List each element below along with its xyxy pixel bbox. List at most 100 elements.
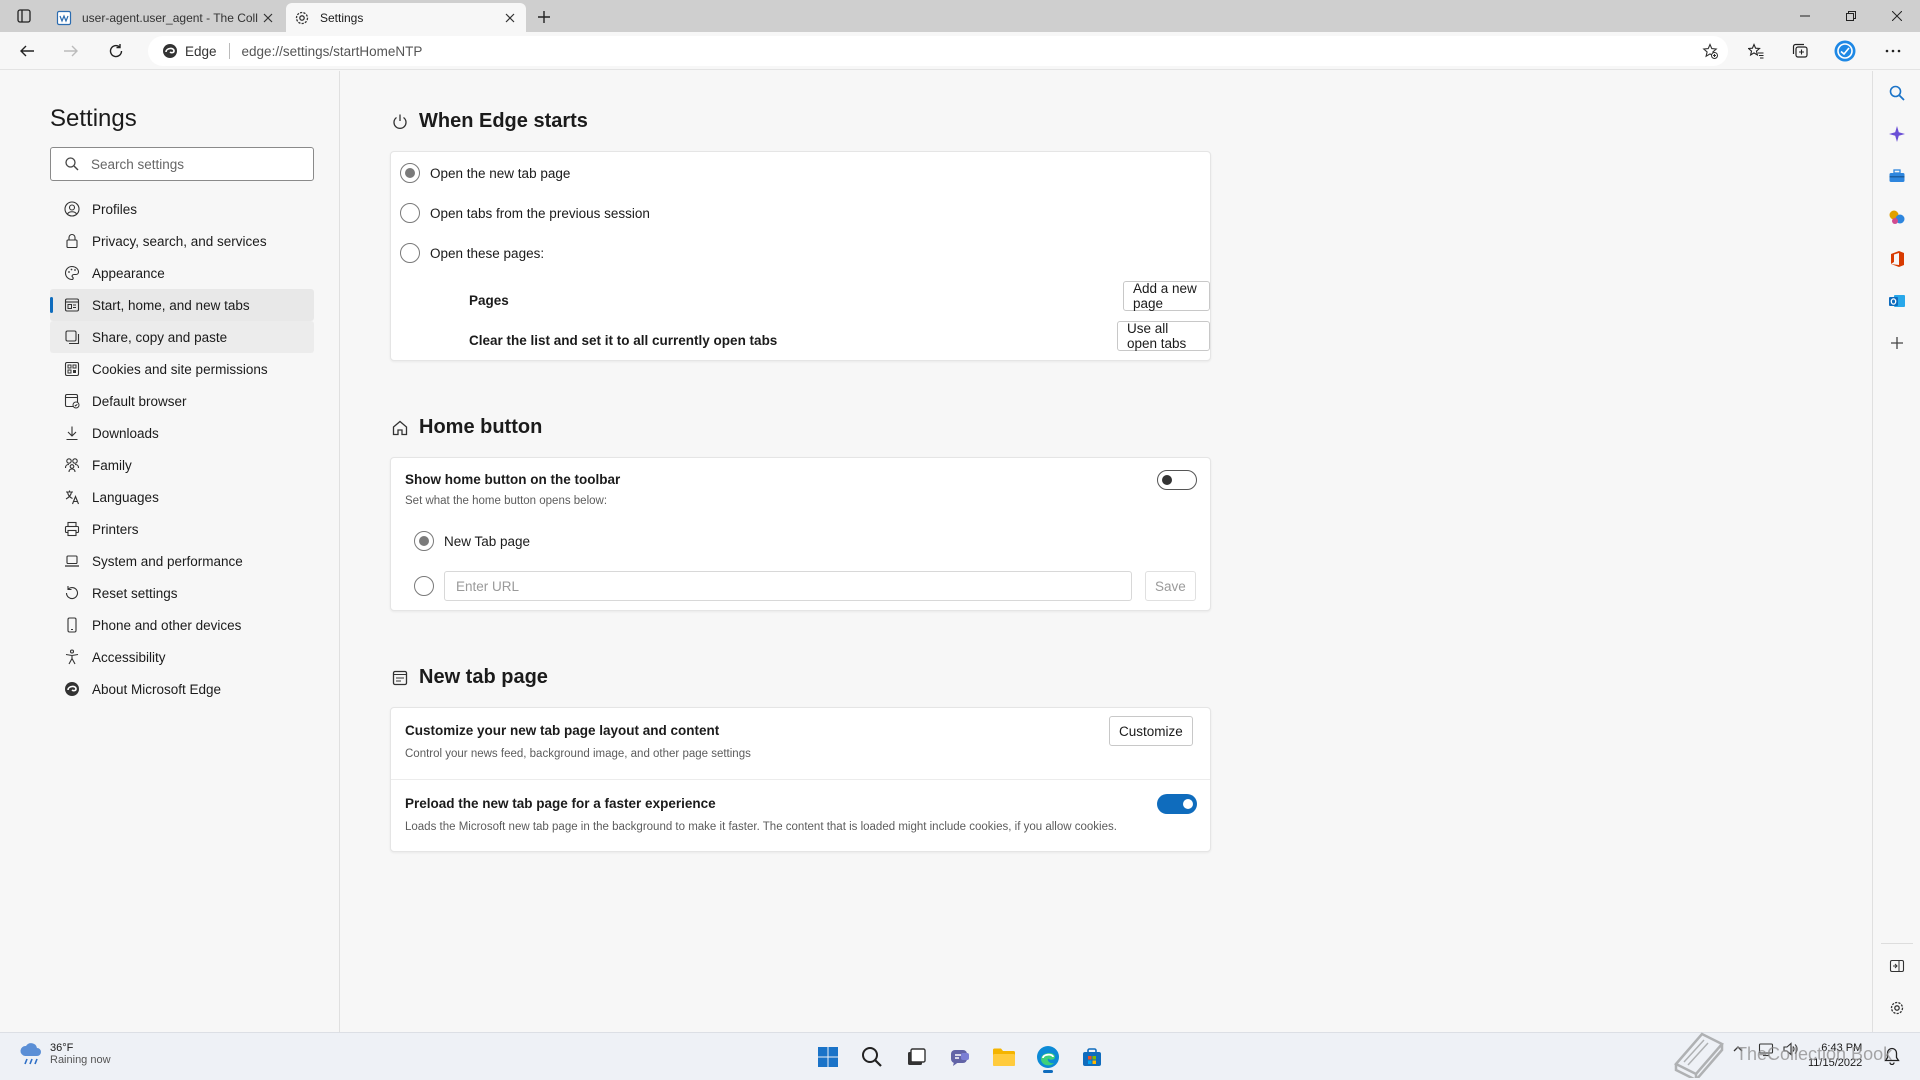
search-settings-box[interactable]	[50, 147, 314, 181]
taskbar-search-button[interactable]	[856, 1041, 888, 1073]
store-button[interactable]	[1076, 1041, 1108, 1073]
sidebar-settings-button[interactable]	[1885, 996, 1909, 1020]
nav-item-label: Phone and other devices	[92, 617, 242, 633]
address-bar[interactable]: Edge edge://settings/startHomeNTP	[148, 36, 1728, 66]
nav-item-phone[interactable]: Phone and other devices	[50, 609, 314, 641]
power-icon	[393, 114, 407, 129]
nav-item-privacy[interactable]: Privacy, search, and services	[50, 225, 314, 257]
profile-button[interactable]	[1830, 36, 1860, 66]
nav-item-label: Printers	[92, 521, 139, 537]
window-icon	[64, 297, 80, 313]
nav-item-system[interactable]: System and performance	[50, 545, 314, 577]
nav-item-profiles[interactable]: Profiles	[50, 193, 314, 225]
radio-button[interactable]	[400, 203, 420, 223]
forward-button[interactable]	[56, 36, 86, 66]
tab-title: Settings	[320, 10, 364, 25]
browser-icon	[64, 393, 80, 409]
sidebar-add-button[interactable]	[1885, 331, 1909, 355]
sidebar-outlook-button[interactable]	[1885, 289, 1909, 313]
sidebar-office-button[interactable]	[1885, 247, 1909, 271]
nav-item-label: Share, copy and paste	[92, 329, 228, 345]
favorites-button[interactable]	[1741, 36, 1771, 66]
use-all-open-tabs-button[interactable]: Use all open tabs	[1117, 321, 1210, 351]
save-url-button[interactable]: Save	[1145, 571, 1196, 601]
tab-user-agent[interactable]: user-agent.user_agent - The Coll	[48, 3, 284, 32]
radio-button[interactable]	[414, 531, 434, 551]
nav-item-reset[interactable]: Reset settings	[50, 577, 314, 609]
option-home-new-tab[interactable]: New Tab page	[414, 531, 530, 551]
nav-item-default-browser[interactable]: Default browser	[50, 385, 314, 417]
option-home-url-radio[interactable]	[414, 576, 434, 596]
address-separator	[228, 43, 230, 59]
nav-item-family[interactable]: Family	[50, 449, 314, 481]
minimize-button[interactable]	[1782, 0, 1828, 32]
edge-icon	[64, 681, 80, 697]
sidebar-discover-button[interactable]	[1885, 122, 1909, 146]
gear-icon	[295, 11, 309, 24]
tab-title: user-agent.user_agent - The Coll	[82, 10, 258, 25]
nav-item-cookies[interactable]: Cookies and site permissions	[50, 353, 314, 385]
add-new-page-button[interactable]: Add a new page	[1123, 281, 1210, 311]
section-title-home-button: Home button	[391, 416, 542, 439]
site-identity[interactable]: Edge	[162, 43, 217, 59]
customize-button[interactable]: Customize	[1109, 716, 1193, 746]
nav-item-label: Reset settings	[92, 585, 178, 601]
nav-item-printers[interactable]: Printers	[50, 513, 314, 545]
share-icon	[64, 329, 80, 345]
nav-item-start-home[interactable]: Start, home, and new tabs	[50, 289, 314, 321]
minimize-icon	[1800, 15, 1810, 17]
sidebar-hide-button[interactable]	[1885, 954, 1909, 978]
pages-label: Pages	[469, 293, 509, 308]
weather-widget[interactable]: 36°F Raining now	[18, 1041, 111, 1067]
url-text[interactable]: edge://settings/startHomeNTP	[242, 44, 423, 59]
radio-button[interactable]	[400, 243, 420, 263]
nav-item-label: Accessibility	[92, 649, 166, 665]
tab-close-button[interactable]	[260, 10, 276, 26]
file-explorer-button[interactable]	[988, 1041, 1020, 1073]
preload-description: Loads the Microsoft new tab page in the …	[405, 821, 1117, 833]
search-input[interactable]	[91, 156, 291, 172]
nav-item-share[interactable]: Share, copy and paste	[50, 321, 314, 353]
back-button[interactable]	[12, 36, 42, 66]
option-open-these-pages[interactable]: Open these pages:	[400, 243, 544, 263]
more-options-button[interactable]	[1878, 36, 1908, 66]
settings-title: Settings	[50, 105, 137, 132]
nav-item-label: System and performance	[92, 553, 243, 569]
teams-chat-button[interactable]	[944, 1041, 976, 1073]
tab-close-button[interactable]	[502, 10, 518, 26]
sidebar-games-button[interactable]	[1885, 205, 1909, 229]
new-tab-page-card: Customize your new tab page layout and c…	[390, 707, 1211, 852]
sidebar-tools-button[interactable]	[1885, 164, 1909, 188]
start-button[interactable]	[812, 1041, 844, 1073]
option-previous-session[interactable]: Open tabs from the previous session	[400, 203, 650, 223]
option-open-new-tab[interactable]: Open the new tab page	[400, 163, 570, 183]
option-label: Open these pages:	[430, 245, 545, 261]
window-close-button[interactable]	[1874, 0, 1920, 32]
radio-button[interactable]	[400, 163, 420, 183]
edge-taskbar-button[interactable]	[1032, 1041, 1064, 1073]
games-icon	[1889, 210, 1905, 224]
nav-item-languages[interactable]: Languages	[50, 481, 314, 513]
preload-title: Preload the new tab page for a faster ex…	[405, 796, 716, 811]
refresh-button[interactable]	[101, 36, 131, 66]
home-url-input[interactable]	[444, 571, 1132, 601]
windows-taskbar: 36°F Raining now 6:43 PM 11/15/2022	[0, 1032, 1920, 1080]
new-tab-button[interactable]	[533, 6, 555, 28]
nav-item-about[interactable]: About Microsoft Edge	[50, 673, 314, 705]
tab-actions-button[interactable]	[8, 4, 40, 28]
clear-list-label: Clear the list and set it to all current…	[469, 333, 778, 348]
show-home-button-toggle[interactable]	[1157, 470, 1197, 490]
task-view-button[interactable]	[900, 1041, 932, 1073]
sidebar-search-button[interactable]	[1885, 81, 1909, 105]
add-favorite-button[interactable]	[1702, 43, 1718, 59]
avatar-icon	[1834, 40, 1856, 62]
nav-item-downloads[interactable]: Downloads	[50, 417, 314, 449]
tab-settings[interactable]: Settings	[286, 3, 526, 32]
collections-button[interactable]	[1785, 36, 1815, 66]
star-add-icon	[1702, 43, 1718, 59]
show-home-button-label: Show home button on the toolbar	[405, 472, 621, 487]
restore-button[interactable]	[1828, 0, 1874, 32]
preload-toggle[interactable]	[1157, 794, 1197, 814]
nav-item-accessibility[interactable]: Accessibility	[50, 641, 314, 673]
nav-item-appearance[interactable]: Appearance	[50, 257, 314, 289]
